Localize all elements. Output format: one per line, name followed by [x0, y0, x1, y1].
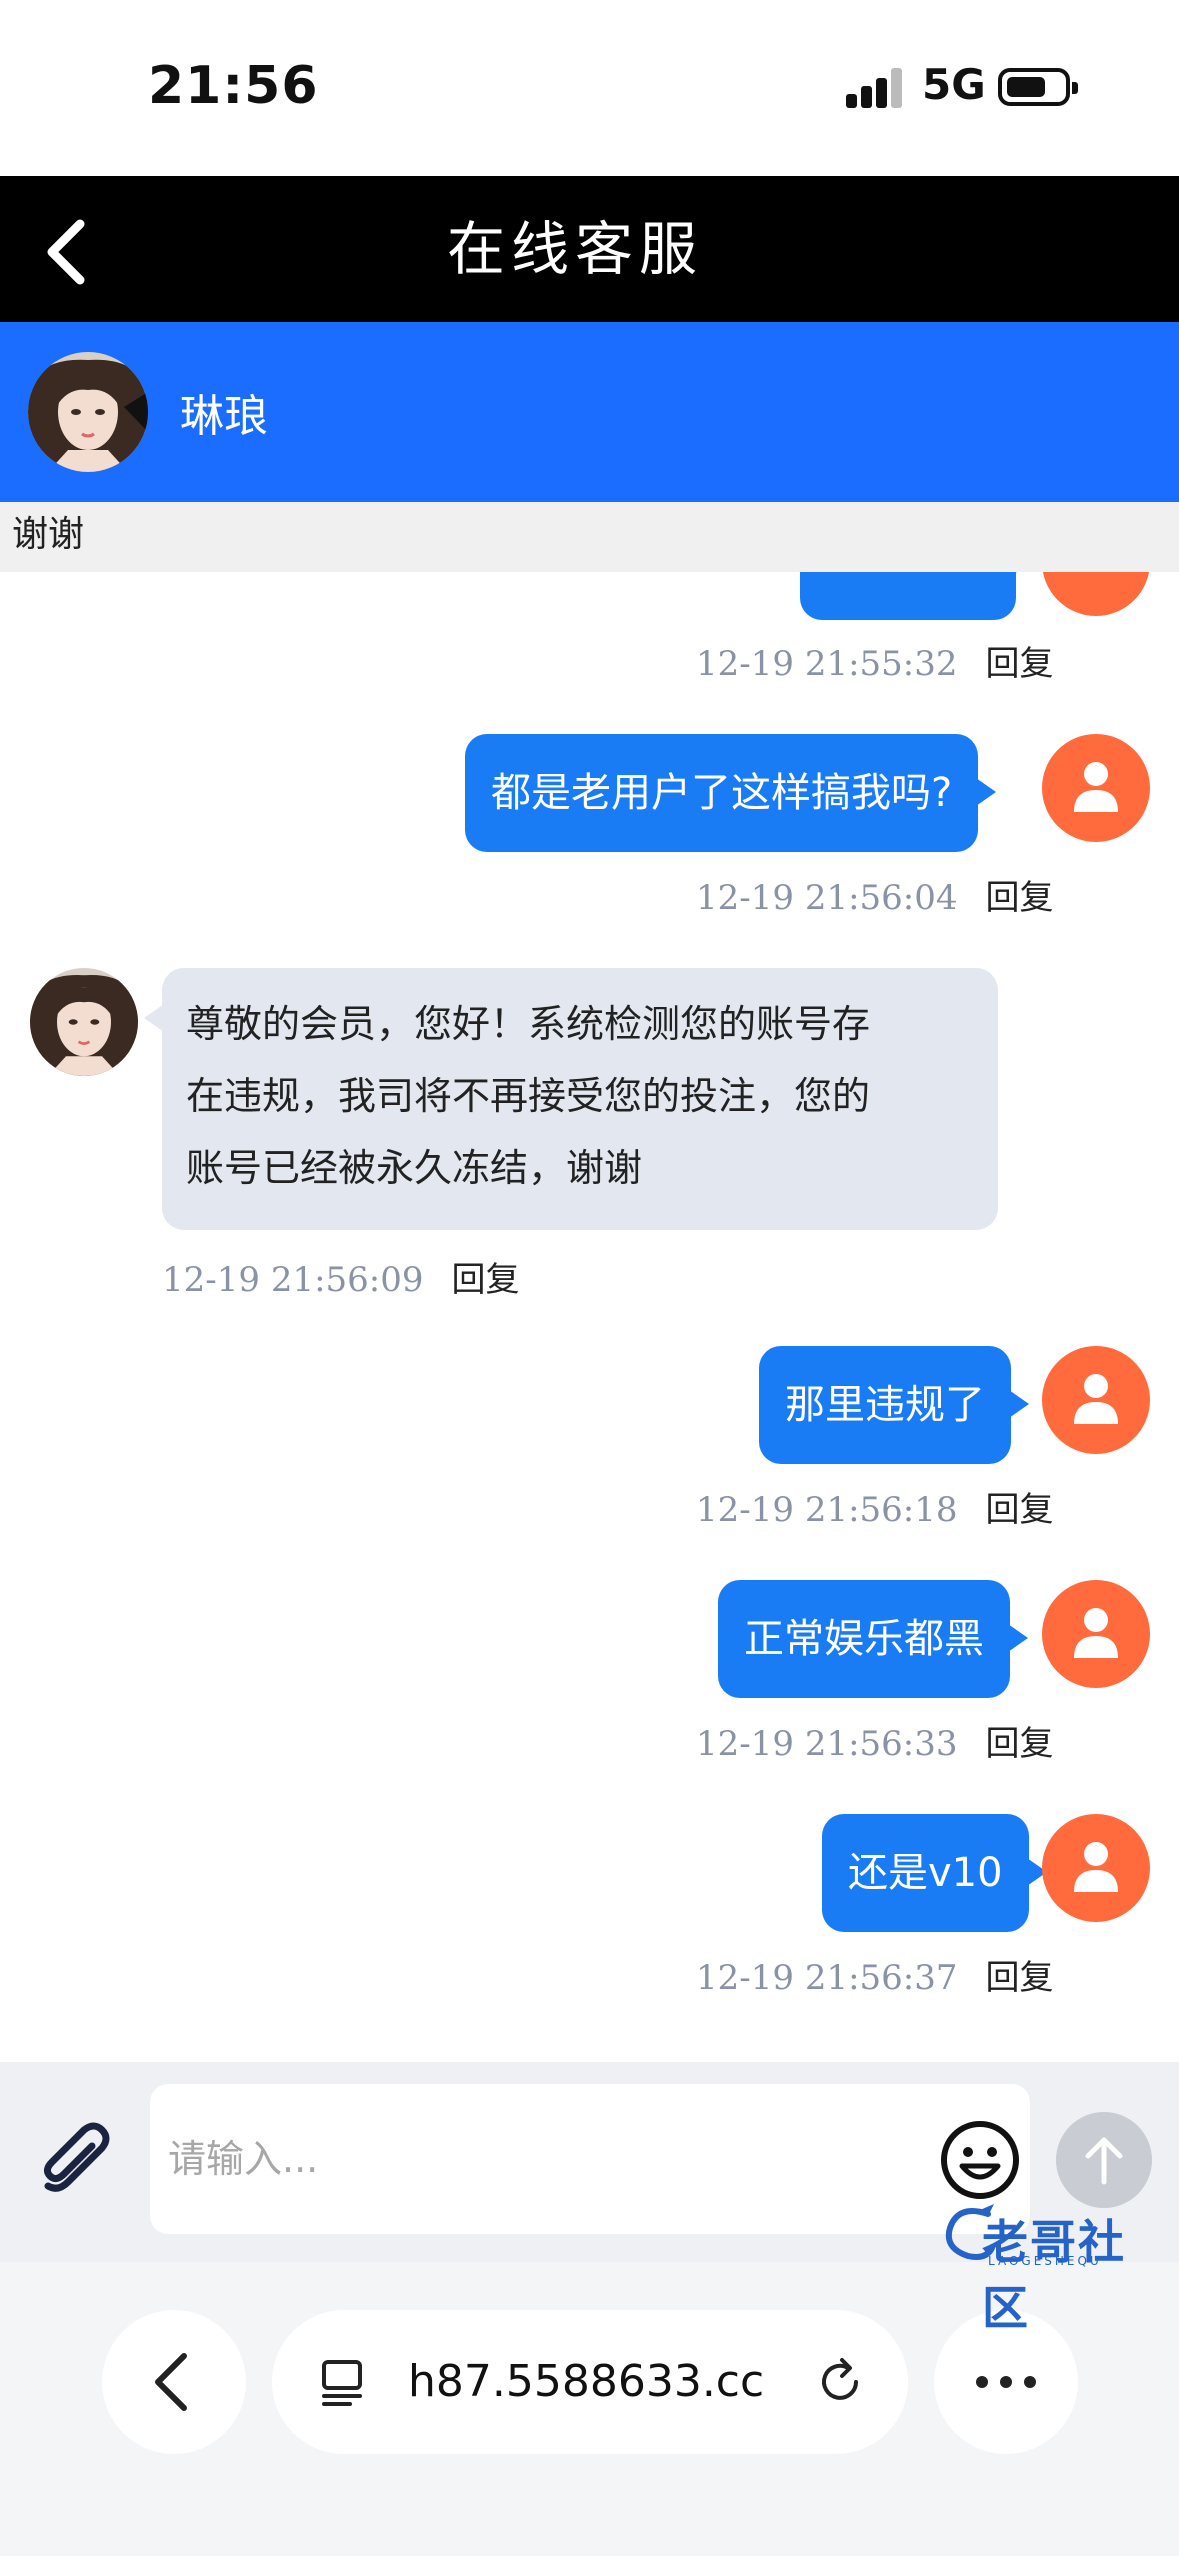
- message-meta: 12-19 21:56:09 回复: [162, 1252, 520, 1301]
- user-avatar: [1042, 572, 1150, 616]
- message-meta: 12-19 21:56:04 回复: [696, 870, 1054, 919]
- message-line: 账号已经被永久冻结，谢谢: [186, 1146, 643, 1190]
- message-meta: 12-19 21:56:37 回复: [696, 1950, 1054, 1999]
- agent-header: 琳琅: [0, 322, 1179, 502]
- message-meta: 12-19 21:56:18 回复: [696, 1482, 1054, 1531]
- user-avatar: [1042, 1346, 1150, 1454]
- paperclip-icon: [43, 2122, 110, 2192]
- reply-link[interactable]: 回复: [986, 878, 1054, 918]
- browser-back-button[interactable]: [102, 2310, 246, 2454]
- user-icon: [1074, 1842, 1118, 1892]
- watermark-subtext: LAOGESHEQU: [988, 2254, 1102, 2268]
- emoji-button[interactable]: [938, 2118, 1022, 2202]
- network-label: 5G: [922, 60, 986, 109]
- status-bar: 21:56 5G: [0, 0, 1179, 176]
- message-bubble-user[interactable]: [800, 572, 1034, 620]
- page-menu-icon: [322, 2360, 362, 2406]
- watermark-logo: 老哥社区 LAOGESHEQU: [938, 2200, 1168, 2335]
- arrow-up-icon: [1085, 2137, 1123, 2185]
- message-bubble-user[interactable]: 那里违规了: [759, 1346, 1029, 1464]
- message-bubble-user[interactable]: 还是v10: [822, 1814, 1047, 1932]
- user-icon: [1074, 762, 1118, 812]
- agent-name: 琳琅: [180, 391, 268, 442]
- user-avatar: [1042, 734, 1150, 842]
- smiley-icon: [941, 2121, 1019, 2199]
- user-icon: [1074, 1374, 1118, 1424]
- reply-link[interactable]: 回复: [986, 1724, 1054, 1764]
- message-timestamp: 12-19 21:56:09: [162, 1260, 424, 1300]
- reply-link[interactable]: 回复: [986, 1490, 1054, 1530]
- message-bubble-user[interactable]: 正常娱乐都黑: [718, 1580, 1028, 1698]
- battery-icon: [998, 68, 1078, 106]
- message-timestamp: 12-19 21:56:37: [696, 1958, 958, 1998]
- message-input[interactable]: [150, 2084, 1030, 2234]
- reply-link[interactable]: 回复: [986, 1958, 1054, 1998]
- message-bubble-agent[interactable]: 尊敬的会员，您好！系统检测您的账号存 在违规，我司将不再接受您的投注，您的 账号…: [144, 968, 998, 1230]
- notice-banner: 谢谢: [0, 502, 1179, 572]
- chat-area[interactable]: 12-19 21:55:32 回复 都是老用户了这样搞我吗? 12-19 21:5…: [0, 572, 1179, 2060]
- message-timestamp: 12-19 21:56:33: [696, 1724, 958, 1764]
- send-button[interactable]: [1056, 2112, 1152, 2208]
- chevron-left-icon: [155, 2353, 187, 2411]
- message-meta: 12-19 21:55:32 回复: [696, 636, 1054, 685]
- user-avatar: [1042, 1814, 1150, 1922]
- url-text: h87.5588633.cc: [408, 2356, 765, 2407]
- user-avatar: [1042, 1580, 1150, 1688]
- address-bar[interactable]: h87.5588633.cc: [272, 2310, 908, 2454]
- title-bar: 在线客服: [0, 176, 1179, 322]
- watermark-text: 老哥社区: [982, 2215, 1126, 2335]
- message-meta: 12-19 21:56:33 回复: [696, 1716, 1054, 1765]
- agent-message-avatar: [30, 968, 138, 1076]
- page-title: 在线客服: [446, 215, 703, 283]
- agent-avatar[interactable]: [28, 352, 148, 472]
- message-bubble-user[interactable]: 都是老用户了这样搞我吗?: [465, 734, 997, 852]
- reload-icon[interactable]: [812, 2354, 868, 2410]
- signal-icon: [846, 68, 904, 108]
- message-timestamp: 12-19 21:56:18: [696, 1490, 958, 1530]
- user-icon: [1074, 1608, 1118, 1658]
- status-time: 21:56: [148, 56, 319, 116]
- reply-link[interactable]: 回复: [452, 1260, 520, 1300]
- message-timestamp: 12-19 21:55:32: [696, 644, 958, 684]
- reply-link[interactable]: 回复: [986, 644, 1054, 684]
- message-timestamp: 12-19 21:56:04: [696, 878, 958, 918]
- message-line: 尊敬的会员，您好！系统检测您的账号存: [186, 1002, 871, 1046]
- message-line: 在违规，我司将不再接受您的投注，您的: [186, 1074, 871, 1118]
- attach-button[interactable]: [34, 2120, 116, 2202]
